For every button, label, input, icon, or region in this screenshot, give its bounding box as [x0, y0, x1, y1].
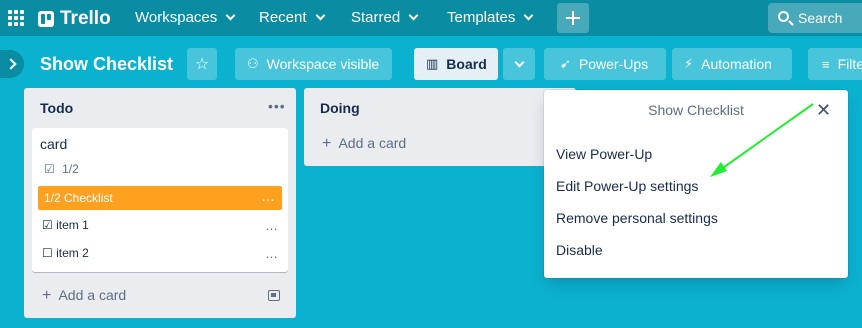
annotation-arrow: [710, 103, 814, 177]
